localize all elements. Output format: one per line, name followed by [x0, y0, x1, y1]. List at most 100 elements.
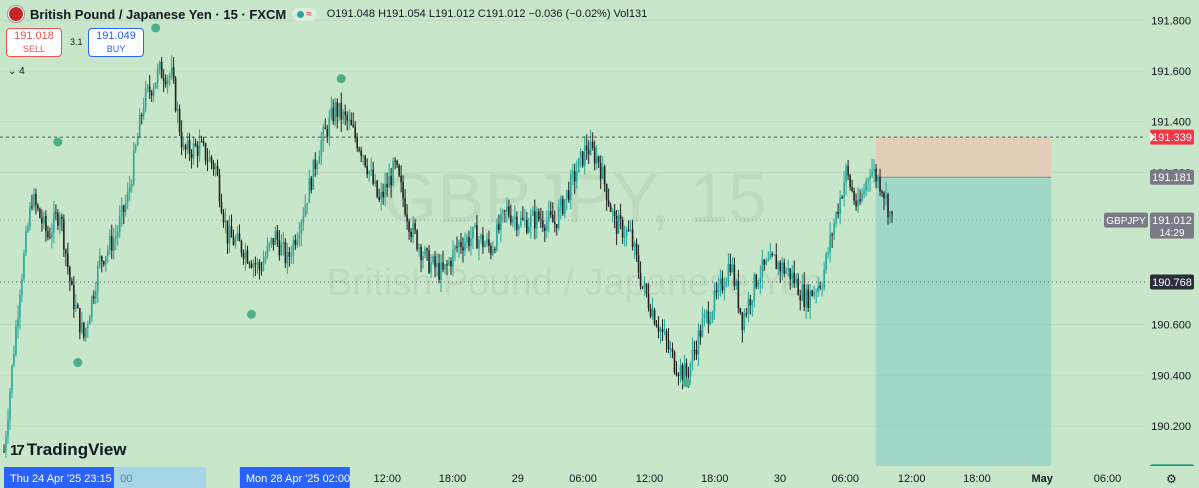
candle-body [238, 233, 241, 242]
candle-body [663, 331, 666, 333]
candle-body [755, 274, 758, 287]
candle-body [805, 289, 807, 307]
buy-button[interactable]: 191.049 BUY [88, 28, 144, 57]
candle-body [386, 183, 388, 188]
candle-body [717, 284, 720, 293]
candle-body [264, 256, 267, 262]
candle-body [47, 231, 49, 237]
candle-body [190, 153, 193, 159]
candle-body [246, 250, 249, 263]
candle-body [877, 176, 879, 182]
candle-body [200, 141, 203, 143]
candle-body [845, 165, 847, 183]
market-status-pill[interactable]: ≈ [292, 7, 317, 21]
candle-body [665, 331, 668, 341]
candle-body [278, 240, 281, 256]
candle-body [290, 256, 293, 258]
candle-body [573, 171, 576, 182]
candle-body [725, 281, 728, 287]
candle-body [518, 225, 520, 230]
candle-body [286, 251, 289, 264]
candle-body [667, 340, 670, 350]
candle-body [601, 166, 604, 179]
candle-body [783, 262, 786, 274]
candle-body [685, 363, 688, 376]
candle-body [212, 163, 215, 170]
tradingview-wordmark: TradingView [26, 440, 127, 459]
candle-body [452, 250, 454, 267]
candle-body [512, 218, 514, 223]
candle-body [39, 208, 41, 218]
candle-body [488, 239, 490, 246]
candle-body [771, 253, 774, 256]
symbol-title[interactable]: British Pound / Japanese Yen · 15 · FXCM [30, 7, 286, 22]
candle-body [424, 248, 426, 257]
candle-body [222, 212, 225, 223]
time-tick-label: 12:00 [898, 473, 926, 485]
price-chart[interactable]: GBPJPY, 15 British Pound / Japanese Yen … [0, 0, 1199, 488]
candle-body [743, 313, 746, 331]
candle-body [420, 247, 422, 261]
candle-body [693, 349, 696, 351]
candle-body [250, 264, 253, 268]
candle-body [368, 170, 370, 175]
candle-body [232, 237, 235, 245]
candle-body [65, 249, 67, 254]
candle-body [186, 140, 189, 150]
candle-body [697, 330, 700, 355]
time-tick-label: 12:00 [636, 473, 664, 485]
candle-body [613, 211, 616, 217]
pivot-dot [336, 74, 346, 84]
candle-body [651, 309, 654, 317]
candle-body [464, 242, 466, 251]
candle-body [454, 246, 456, 251]
candle-body [202, 141, 205, 144]
candle-body [116, 231, 119, 237]
candle-body [240, 241, 243, 253]
candle-body [711, 311, 714, 320]
candle-body [176, 108, 179, 111]
candle-body [33, 193, 35, 208]
candle-body [256, 262, 259, 265]
candle-body [508, 206, 510, 216]
candle-body [657, 326, 660, 332]
candle-body [611, 211, 614, 213]
candle-body [476, 224, 478, 249]
candle-body [775, 254, 778, 270]
position-tool[interactable] [875, 137, 1052, 472]
candle-body [757, 281, 760, 287]
candle-body [334, 102, 337, 122]
candle-body [15, 326, 17, 355]
candle-body [35, 193, 37, 205]
settings-gear-icon[interactable]: ⚙ [1166, 472, 1177, 486]
candle-body [853, 190, 855, 201]
candle-body [460, 241, 462, 248]
indicator-toggle[interactable]: ⌄ 4 [8, 66, 25, 77]
candle-body [308, 178, 311, 203]
candle-body [63, 218, 65, 250]
candle-body [841, 197, 843, 199]
candle-body [248, 262, 251, 265]
candle-body [871, 171, 873, 177]
time-range-selection [114, 467, 206, 488]
candle-body [184, 145, 187, 150]
candle-body [236, 233, 239, 240]
candle-body [7, 419, 9, 437]
candle-body [388, 175, 390, 188]
candle-body [252, 263, 255, 268]
candle-body [206, 160, 209, 162]
candle-body [837, 212, 839, 215]
candle-body [104, 256, 107, 265]
candle-body [408, 221, 410, 232]
candle-body [520, 217, 522, 226]
candle-body [801, 284, 804, 301]
time-axis[interactable]: Thu 24 Apr '25 23:1500Mon 28 Apr '25 02:… [0, 466, 1199, 488]
candle-body [873, 168, 875, 172]
candle-body [545, 221, 548, 231]
candle-body [174, 78, 177, 111]
pivot-dot [246, 309, 256, 319]
candle-body [777, 262, 780, 270]
candle-body [160, 61, 163, 79]
sell-button[interactable]: 191.018 SELL [6, 28, 62, 57]
candle-body [27, 226, 29, 232]
